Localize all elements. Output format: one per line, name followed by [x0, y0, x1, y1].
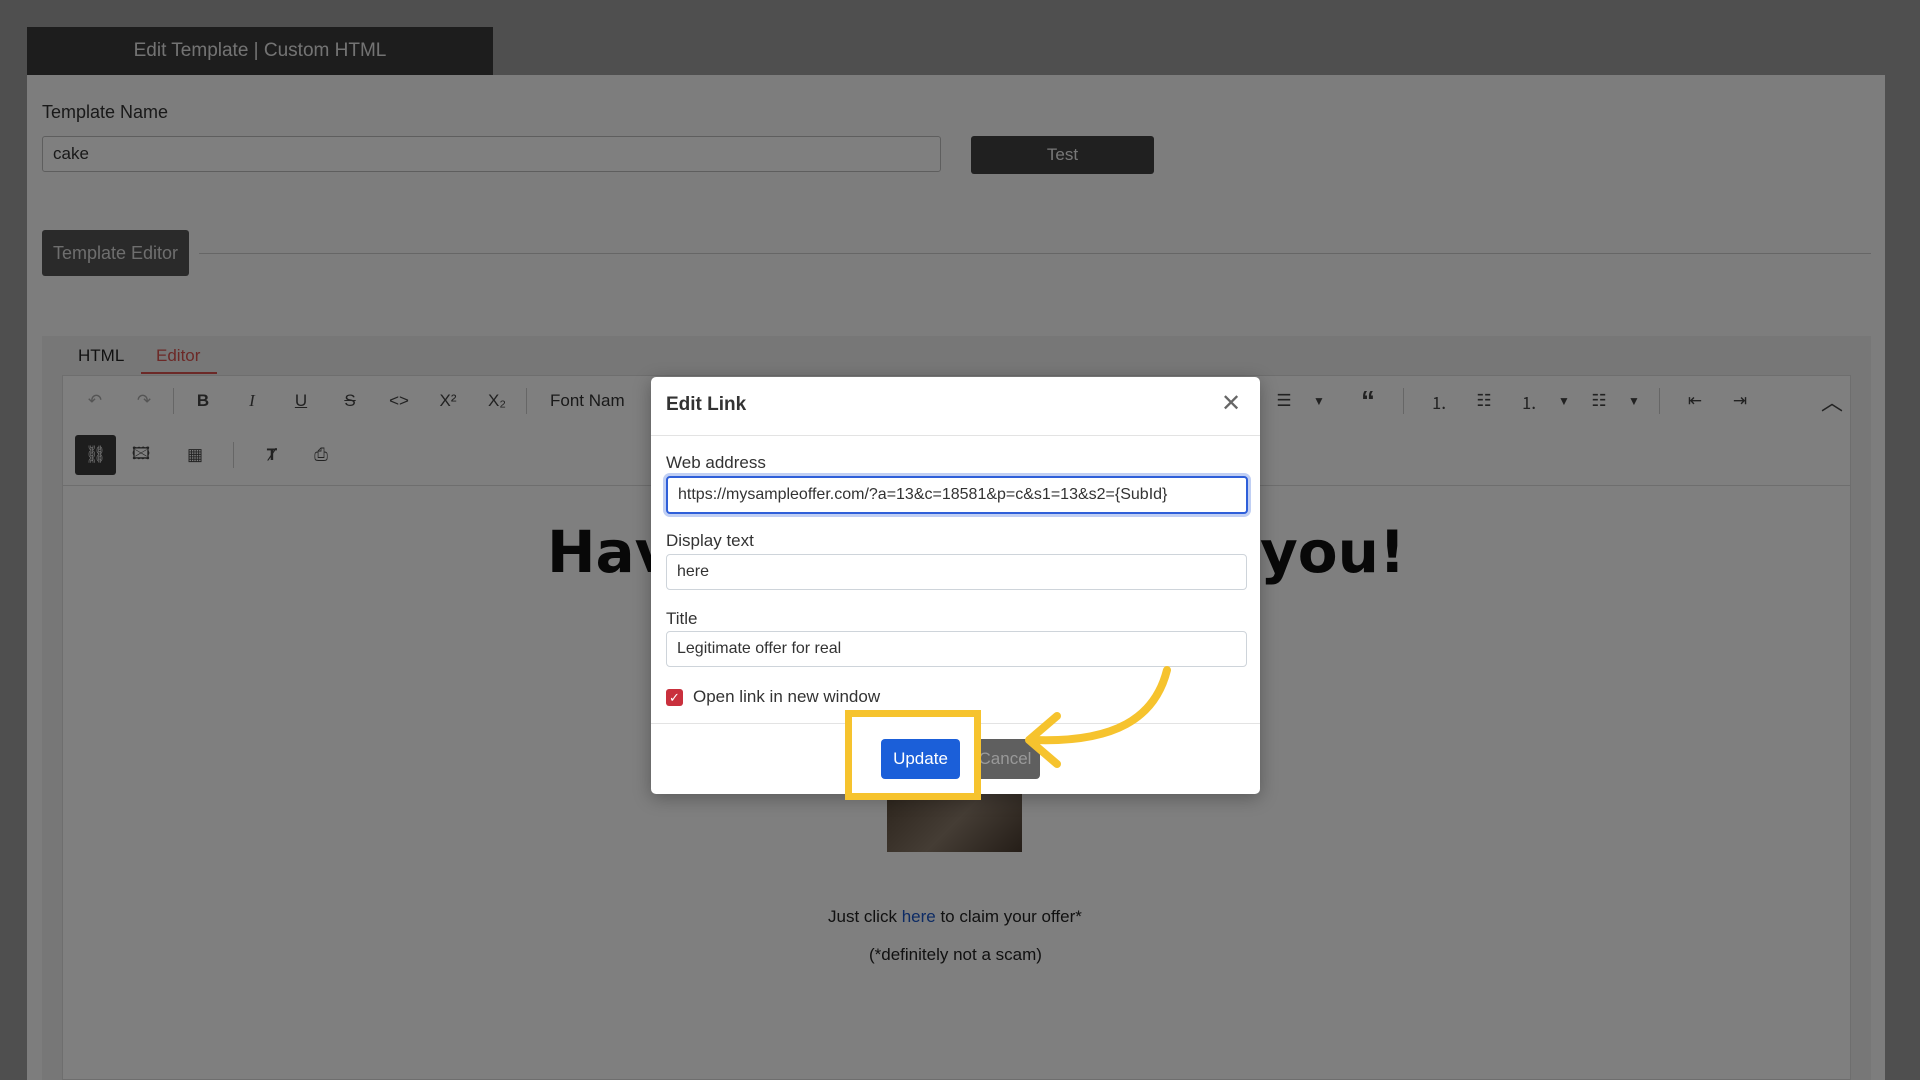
- title-label: Title: [666, 609, 698, 628]
- modal-title: Edit Link: [666, 394, 747, 415]
- close-icon[interactable]: ✕: [1221, 389, 1241, 418]
- display-text-input[interactable]: here: [666, 554, 1247, 590]
- web-address-input[interactable]: https://mysampleoffer.com/?a=13&c=18581&…: [666, 476, 1248, 514]
- open-new-window-checkbox[interactable]: ✓: [666, 689, 683, 706]
- display-text-label: Display text: [666, 531, 754, 550]
- web-address-label: Web address: [666, 453, 766, 472]
- pointer-arrow-icon: [1025, 666, 1171, 768]
- open-new-window-label: Open link in new window: [693, 687, 881, 706]
- update-button[interactable]: Update: [881, 739, 960, 779]
